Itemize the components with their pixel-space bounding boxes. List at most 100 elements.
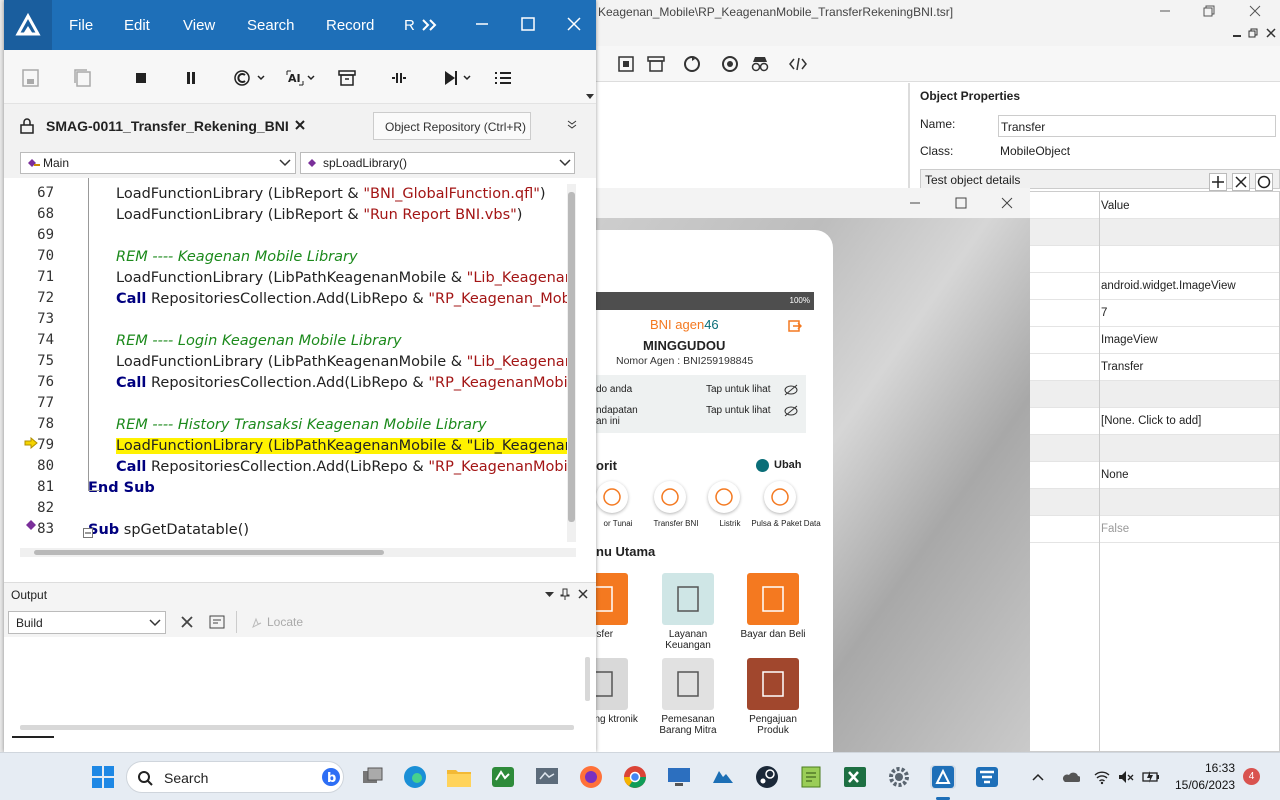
archive-icon[interactable] <box>336 68 358 88</box>
tap-to-view-1[interactable]: Tap untuk lihat <box>706 384 771 395</box>
minimize-icon[interactable] <box>1158 4 1172 18</box>
clear-output-icon[interactable] <box>180 615 194 629</box>
logout-icon[interactable] <box>788 319 802 333</box>
menu-edit[interactable]: Edit <box>124 17 150 34</box>
tab-close-icon[interactable] <box>294 118 306 132</box>
name-field[interactable]: Transfer <box>998 115 1276 137</box>
list-icon[interactable] <box>492 68 514 88</box>
wifi-icon[interactable] <box>1094 769 1110 785</box>
restore-icon[interactable] <box>1202 4 1216 18</box>
volume-muted-icon[interactable] <box>1118 769 1134 785</box>
pause-icon[interactable] <box>180 68 202 88</box>
tap-to-view-2[interactable]: Tap untuk lihat <box>706 405 771 416</box>
close-icon[interactable] <box>1248 4 1262 18</box>
code-line[interactable]: LoadFunctionLibrary (LibReport & "BNI_Gl… <box>116 184 567 204</box>
checkpoint-icon[interactable] <box>388 68 410 88</box>
menu-run[interactable]: R <box>404 17 415 34</box>
toolbar-overflow-icon[interactable] <box>586 94 594 100</box>
code-line[interactable]: REM ---- Keagenan Mobile Library <box>116 247 567 267</box>
tab-object-repository[interactable]: Object Repository (Ctrl+R) <box>373 112 531 140</box>
code-line[interactable]: REM ---- Login Keagenan Mobile Library <box>116 331 567 351</box>
favorite-icon[interactable] <box>596 481 628 513</box>
notepad-plus-icon[interactable] <box>798 765 824 789</box>
favorite-icon[interactable] <box>654 481 686 513</box>
steam-icon[interactable] <box>754 765 780 789</box>
code-line[interactable]: Call RepositoriesCollection.Add(LibRepo … <box>116 289 567 309</box>
capture-icon[interactable] <box>616 54 636 74</box>
pin-icon[interactable] <box>560 588 570 600</box>
favorite-icon[interactable] <box>708 481 740 513</box>
edge-icon[interactable] <box>402 765 428 789</box>
remote-desktop-icon[interactable] <box>666 765 692 789</box>
menu-view[interactable]: View <box>183 17 215 34</box>
code-line[interactable]: Sub spGetDatatable() <box>88 520 567 540</box>
task-view-icon[interactable] <box>360 765 386 789</box>
reset-icon[interactable] <box>1255 173 1273 191</box>
battery-icon[interactable] <box>1142 769 1159 785</box>
menu-tile-icon[interactable] <box>662 573 714 625</box>
excel-icon[interactable] <box>842 765 868 789</box>
fold-toggle-icon[interactable] <box>83 528 93 538</box>
menu-tile-icon[interactable] <box>747 573 799 625</box>
doc-close-icon[interactable] <box>1266 28 1276 38</box>
notification-badge[interactable]: 4 <box>1243 768 1260 785</box>
uft-icon-green[interactable] <box>490 765 516 789</box>
refresh-tool-icon[interactable] <box>682 54 702 74</box>
menu-tile-icon[interactable] <box>747 658 799 710</box>
code-line[interactable]: LoadFunctionLibrary (LibReport & "Run Re… <box>116 205 567 225</box>
panel-menu-icon[interactable] <box>545 591 555 599</box>
menu-overflow-icon[interactable] <box>420 16 440 36</box>
output-hscroll-thumb[interactable] <box>20 725 574 730</box>
screen-tool-icon[interactable] <box>534 765 560 789</box>
tab-list-chevron-icon[interactable] <box>567 120 577 130</box>
cloud-app-icon[interactable] <box>710 765 736 789</box>
code-line[interactable]: REM ---- History Transaksi Keagenan Mobi… <box>116 415 567 435</box>
record-mode-icon[interactable] <box>232 68 268 88</box>
locate-button[interactable]: Locate <box>267 615 303 629</box>
archive-tool-icon[interactable] <box>646 54 666 74</box>
vertical-scroll-thumb[interactable] <box>568 192 575 522</box>
output-vscroll-thumb[interactable] <box>585 657 590 701</box>
output-source-dropdown[interactable]: Build <box>8 611 166 634</box>
taskbar-search[interactable]: Search b <box>126 761 344 793</box>
emu-minimize-icon[interactable] <box>908 196 922 210</box>
code-line[interactable]: LoadFunctionLibrary (LibPathKeagenanMobi… <box>116 436 567 456</box>
chevron-up-icon[interactable] <box>1030 769 1046 785</box>
ubah-link[interactable]: Ubah <box>774 459 802 471</box>
scope-dropdown[interactable]: Main <box>20 152 296 174</box>
remove-icon[interactable] <box>1232 173 1250 191</box>
clock-time[interactable]: 16:33 <box>1205 761 1235 775</box>
code-line[interactable]: Call RepositoriesCollection.Add(LibRepo … <box>116 457 567 477</box>
vertical-scrollbar[interactable] <box>567 184 576 542</box>
repository-tool-icon[interactable] <box>974 765 1000 789</box>
menu-search[interactable]: Search <box>247 17 295 34</box>
menu-file[interactable]: File <box>69 17 93 34</box>
ai-mode-icon[interactable]: AI <box>286 68 320 88</box>
code-line[interactable]: LoadFunctionLibrary (LibPathKeagenanMobi… <box>116 352 567 372</box>
emu-maximize-icon[interactable] <box>954 196 968 210</box>
code-tool-icon[interactable] <box>788 54 808 74</box>
doc-minimize-icon[interactable] <box>1232 28 1242 38</box>
wrap-output-icon[interactable] <box>209 615 225 629</box>
settings-gear-icon[interactable] <box>886 765 912 789</box>
start-icon[interactable] <box>90 765 116 789</box>
save-all-icon[interactable] <box>72 68 94 88</box>
save-icon[interactable] <box>20 68 42 88</box>
panel-close-icon[interactable] <box>577 588 589 600</box>
tab-test-document[interactable]: SMAG-0011_Transfer_Rekening_BNI <box>16 112 312 140</box>
emu-close-icon[interactable] <box>1000 196 1014 210</box>
doc-restore-icon[interactable] <box>1248 28 1258 38</box>
clock-date[interactable]: 15/06/2023 <box>1175 778 1235 792</box>
code-line[interactable]: Call RepositoriesCollection.Add(LibRepo … <box>116 373 567 393</box>
minimize-icon[interactable] <box>472 14 492 34</box>
procedure-dropdown[interactable]: spLoadLibrary() <box>300 152 575 174</box>
target-tool-icon[interactable] <box>720 54 740 74</box>
file-explorer-icon[interactable] <box>446 765 472 789</box>
stop-icon[interactable] <box>130 68 152 88</box>
favorite-icon[interactable] <box>764 481 796 513</box>
horizontal-scrollbar[interactable] <box>20 548 576 557</box>
eye-off-icon[interactable] <box>784 384 798 396</box>
close-icon[interactable] <box>564 14 584 34</box>
code-line[interactable]: LoadFunctionLibrary (LibPathKeagenanMobi… <box>116 268 567 288</box>
spy-tool-icon[interactable] <box>750 54 770 74</box>
